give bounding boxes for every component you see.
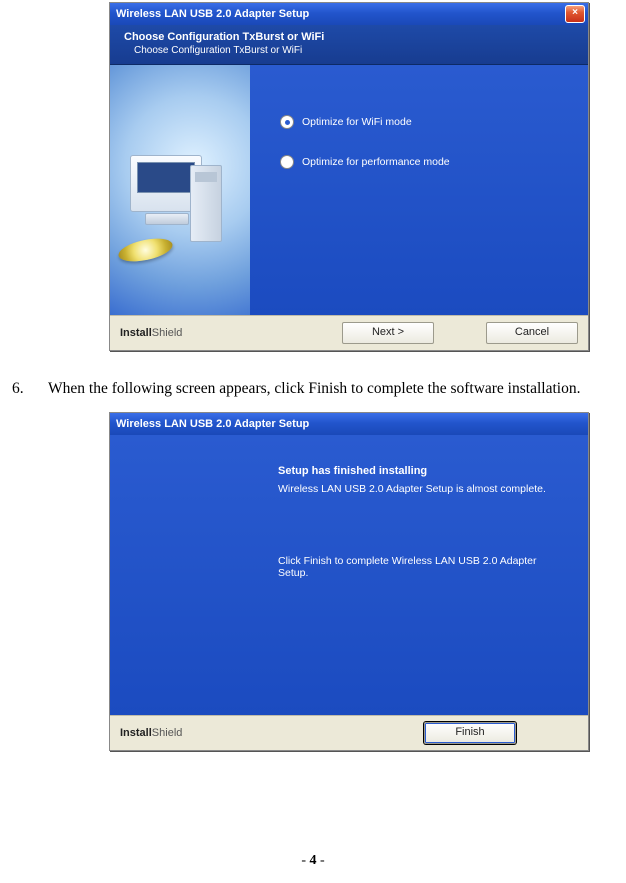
- radio-icon: [280, 115, 294, 129]
- titlebar: Wireless LAN USB 2.0 Adapter Setup: [110, 413, 588, 435]
- finish-content: Setup has finished installing Wireless L…: [250, 435, 588, 715]
- dialog-header: Choose Configuration TxBurst or WiFi Cho…: [110, 25, 588, 65]
- dialog-footer: InstallShield Finish: [110, 715, 588, 750]
- dialog-footer: InstallShield Next > Cancel: [110, 315, 588, 350]
- sidebar-image: [110, 435, 250, 715]
- cancel-button[interactable]: Cancel: [486, 322, 578, 344]
- radio-wifi-mode[interactable]: Optimize for WiFi mode: [280, 115, 568, 129]
- finish-line1: Wireless LAN USB 2.0 Adapter Setup is al…: [278, 483, 568, 495]
- window-title: Wireless LAN USB 2.0 Adapter Setup: [116, 8, 565, 20]
- dialog-body: Optimize for WiFi mode Optimize for perf…: [110, 65, 588, 315]
- close-icon[interactable]: ×: [565, 5, 585, 23]
- dialog-body: Setup has finished installing Wireless L…: [110, 435, 588, 715]
- step-6: 6. When the following screen appears, cl…: [10, 373, 610, 406]
- sidebar-image: [110, 65, 250, 315]
- options-area: Optimize for WiFi mode Optimize for perf…: [250, 65, 588, 315]
- tower-icon: [190, 165, 222, 242]
- step-text: When the following screen appears, click…: [48, 373, 610, 406]
- titlebar: Wireless LAN USB 2.0 Adapter Setup ×: [110, 3, 588, 25]
- radio-icon: [280, 155, 294, 169]
- radio-label: Optimize for performance mode: [302, 156, 450, 168]
- dialog-finish: Wireless LAN USB 2.0 Adapter Setup Setup…: [109, 412, 589, 751]
- header-subtitle: Choose Configuration TxBurst or WiFi: [134, 45, 574, 56]
- next-button[interactable]: Next >: [342, 322, 434, 344]
- installshield-brand: InstallShield: [120, 327, 182, 339]
- header-title: Choose Configuration TxBurst or WiFi: [124, 31, 574, 43]
- step-number: 6.: [10, 373, 48, 406]
- finish-button[interactable]: Finish: [424, 722, 516, 744]
- radio-label: Optimize for WiFi mode: [302, 116, 412, 128]
- radio-performance-mode[interactable]: Optimize for performance mode: [280, 155, 568, 169]
- page-number: - 4 -: [0, 853, 626, 869]
- dialog-choose-config: Wireless LAN USB 2.0 Adapter Setup × Cho…: [109, 2, 589, 351]
- finish-line2: Click Finish to complete Wireless LAN US…: [278, 555, 568, 579]
- disc-icon: [117, 235, 175, 266]
- window-title: Wireless LAN USB 2.0 Adapter Setup: [116, 418, 585, 430]
- finish-heading: Setup has finished installing: [278, 465, 568, 477]
- installshield-brand: InstallShield: [120, 727, 182, 739]
